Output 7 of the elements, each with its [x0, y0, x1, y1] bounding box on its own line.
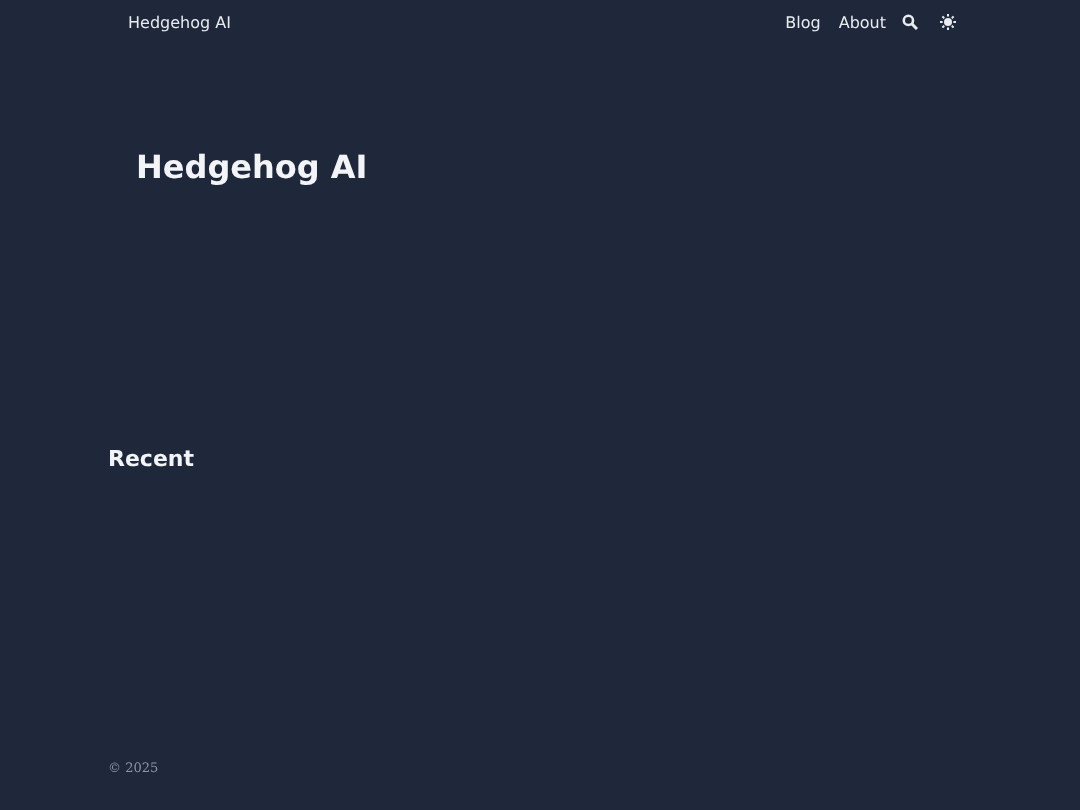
- nav-link[interactable]: Blog: [785, 13, 821, 31]
- search-icon[interactable]: [902, 14, 918, 30]
- site-title[interactable]: Hedgehog AI: [128, 13, 786, 31]
- theme-toggle-icon[interactable]: [940, 14, 956, 30]
- hero-title: Hedgehog AI: [136, 148, 370, 186]
- section-heading: Recent: [108, 446, 197, 472]
- nav-link[interactable]: About: [838, 13, 886, 31]
